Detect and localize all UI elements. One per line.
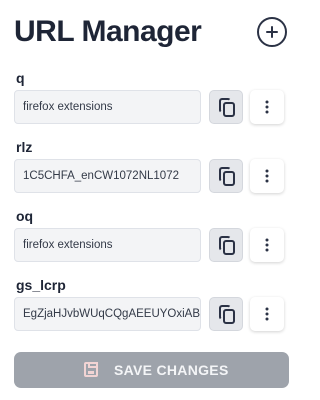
more-options-button[interactable] (250, 90, 284, 124)
more-options-button[interactable] (250, 159, 284, 193)
add-param-button[interactable] (257, 17, 287, 47)
kebab-menu-icon (265, 169, 269, 183)
param-key-label: rlz (16, 139, 33, 155)
more-options-button[interactable] (250, 228, 284, 262)
more-options-button[interactable] (250, 297, 284, 331)
param-value-input[interactable]: EgZjaHJvbWUqCQgAEEUYOxiABD (14, 297, 201, 331)
param-value-input[interactable]: firefox extensions (14, 228, 201, 262)
param-value-input[interactable]: firefox extensions (14, 90, 201, 124)
copy-button[interactable] (209, 297, 243, 331)
param-key-label: oq (16, 208, 34, 224)
copy-icon (219, 236, 235, 255)
copy-icon (219, 98, 235, 117)
param-key-label: gs_lcrp (16, 277, 66, 293)
header: URL Manager (14, 12, 289, 52)
save-changes-button[interactable]: SAVE CHANGES (14, 352, 289, 388)
url-manager-app: URL Manager q firefox extensions rlz 1C5… (0, 0, 303, 400)
copy-icon (219, 305, 235, 324)
kebab-menu-icon (265, 238, 269, 252)
param-value-input[interactable]: 1C5CHFA_enCW1072NL1072 (14, 159, 201, 193)
save-changes-label: SAVE CHANGES (114, 362, 229, 378)
floppy-disk-icon (84, 362, 98, 377)
page-title: URL Manager (14, 15, 202, 48)
copy-button[interactable] (209, 228, 243, 262)
kebab-menu-icon (265, 307, 269, 321)
param-key-label: q (16, 70, 25, 86)
copy-button[interactable] (209, 90, 243, 124)
copy-button[interactable] (209, 159, 243, 193)
copy-icon (219, 167, 235, 186)
kebab-menu-icon (265, 100, 269, 114)
